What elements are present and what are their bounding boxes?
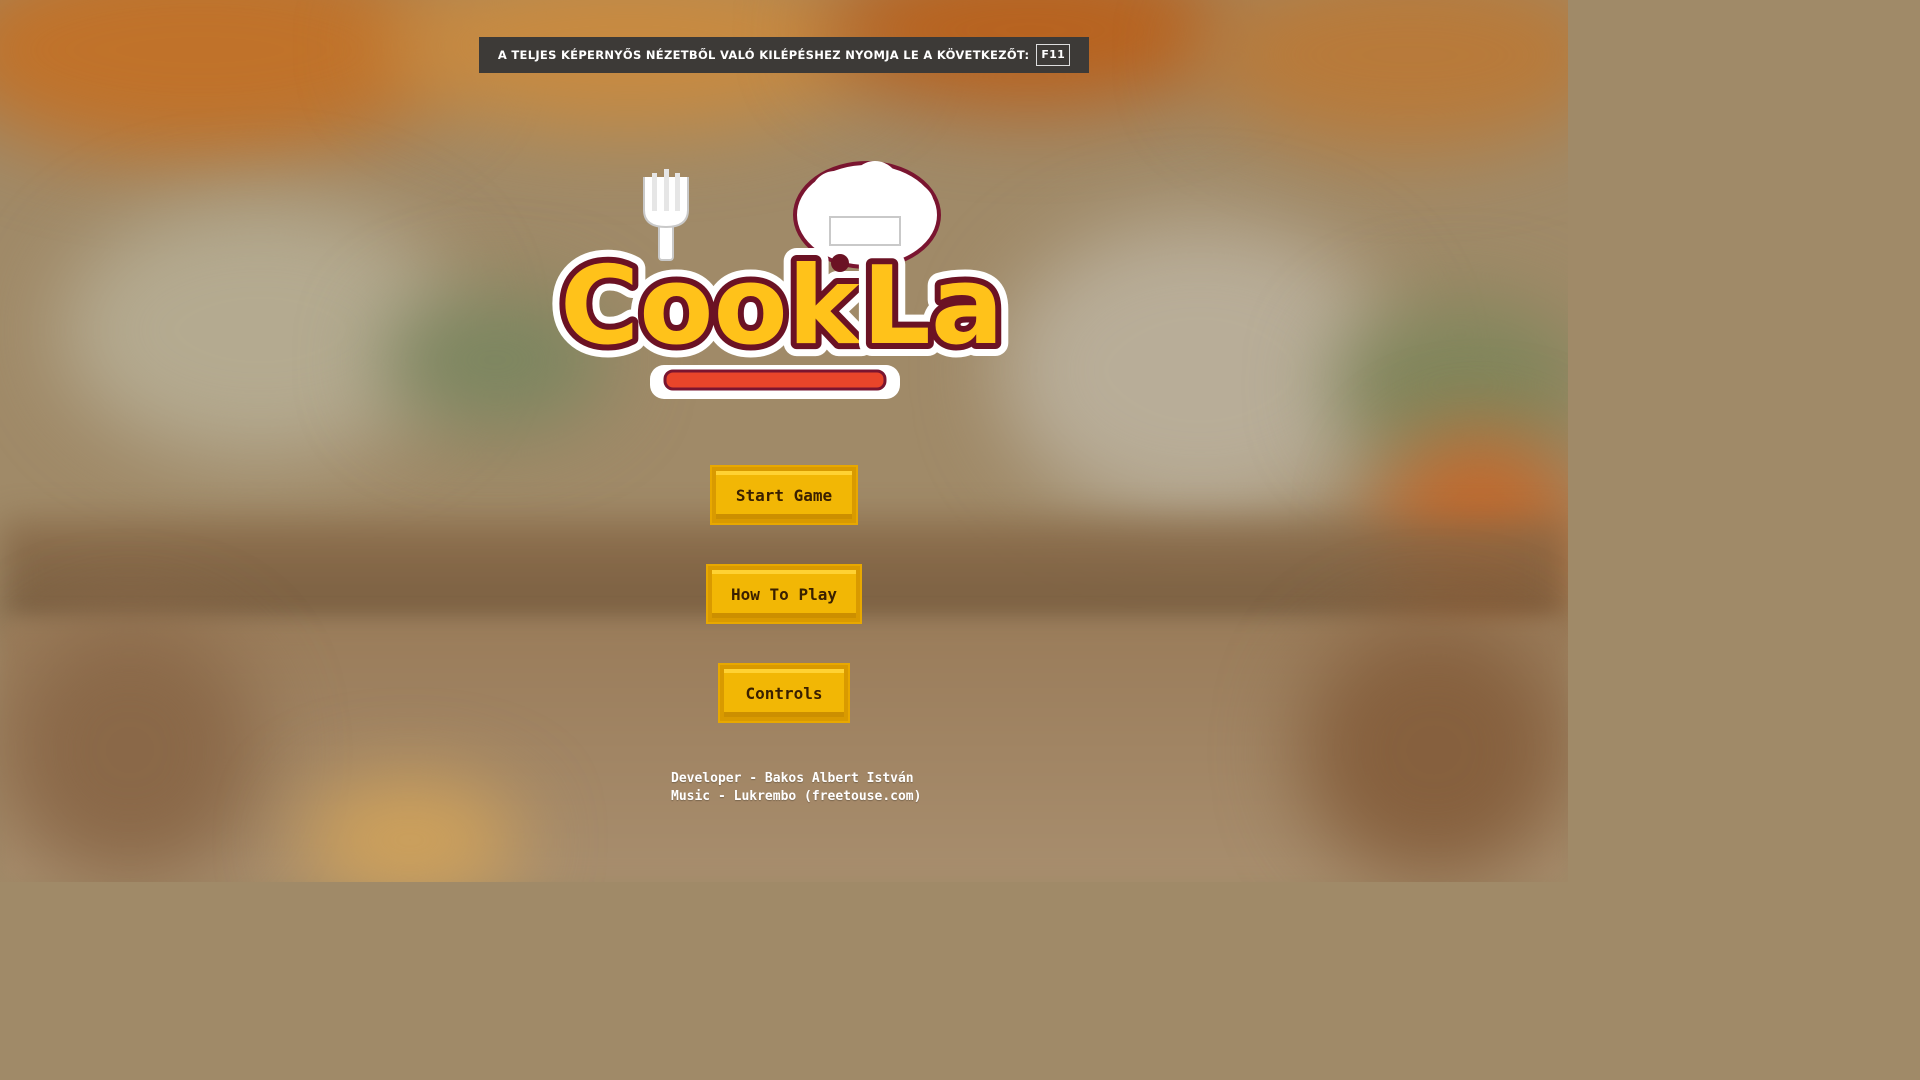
logo-text-cook: Cook bbox=[560, 244, 862, 369]
blurred-kitchen-background bbox=[0, 0, 1568, 882]
credits: Developer - Bakos Albert István Music - … bbox=[671, 770, 921, 806]
how-to-play-button[interactable]: How To Play bbox=[708, 566, 860, 622]
start-game-button[interactable]: Start Game bbox=[712, 467, 856, 523]
game-logo: Cook Cook La La bbox=[547, 161, 1010, 399]
controls-button[interactable]: Controls bbox=[720, 665, 848, 721]
developer-credit: Developer - Bakos Albert István bbox=[671, 771, 914, 786]
music-credit: Music - Lukrembo (freetouse.com) bbox=[671, 789, 922, 804]
logo-text-la: La bbox=[862, 244, 1004, 369]
f11-key-badge: F11 bbox=[1036, 44, 1071, 66]
fullscreen-exit-notice: A TELJES KÉPERNYŐS NÉZETBŐL VALÓ KILÉPÉS… bbox=[479, 37, 1089, 73]
fullscreen-notice-text: A TELJES KÉPERNYŐS NÉZETBŐL VALÓ KILÉPÉS… bbox=[497, 48, 1030, 62]
